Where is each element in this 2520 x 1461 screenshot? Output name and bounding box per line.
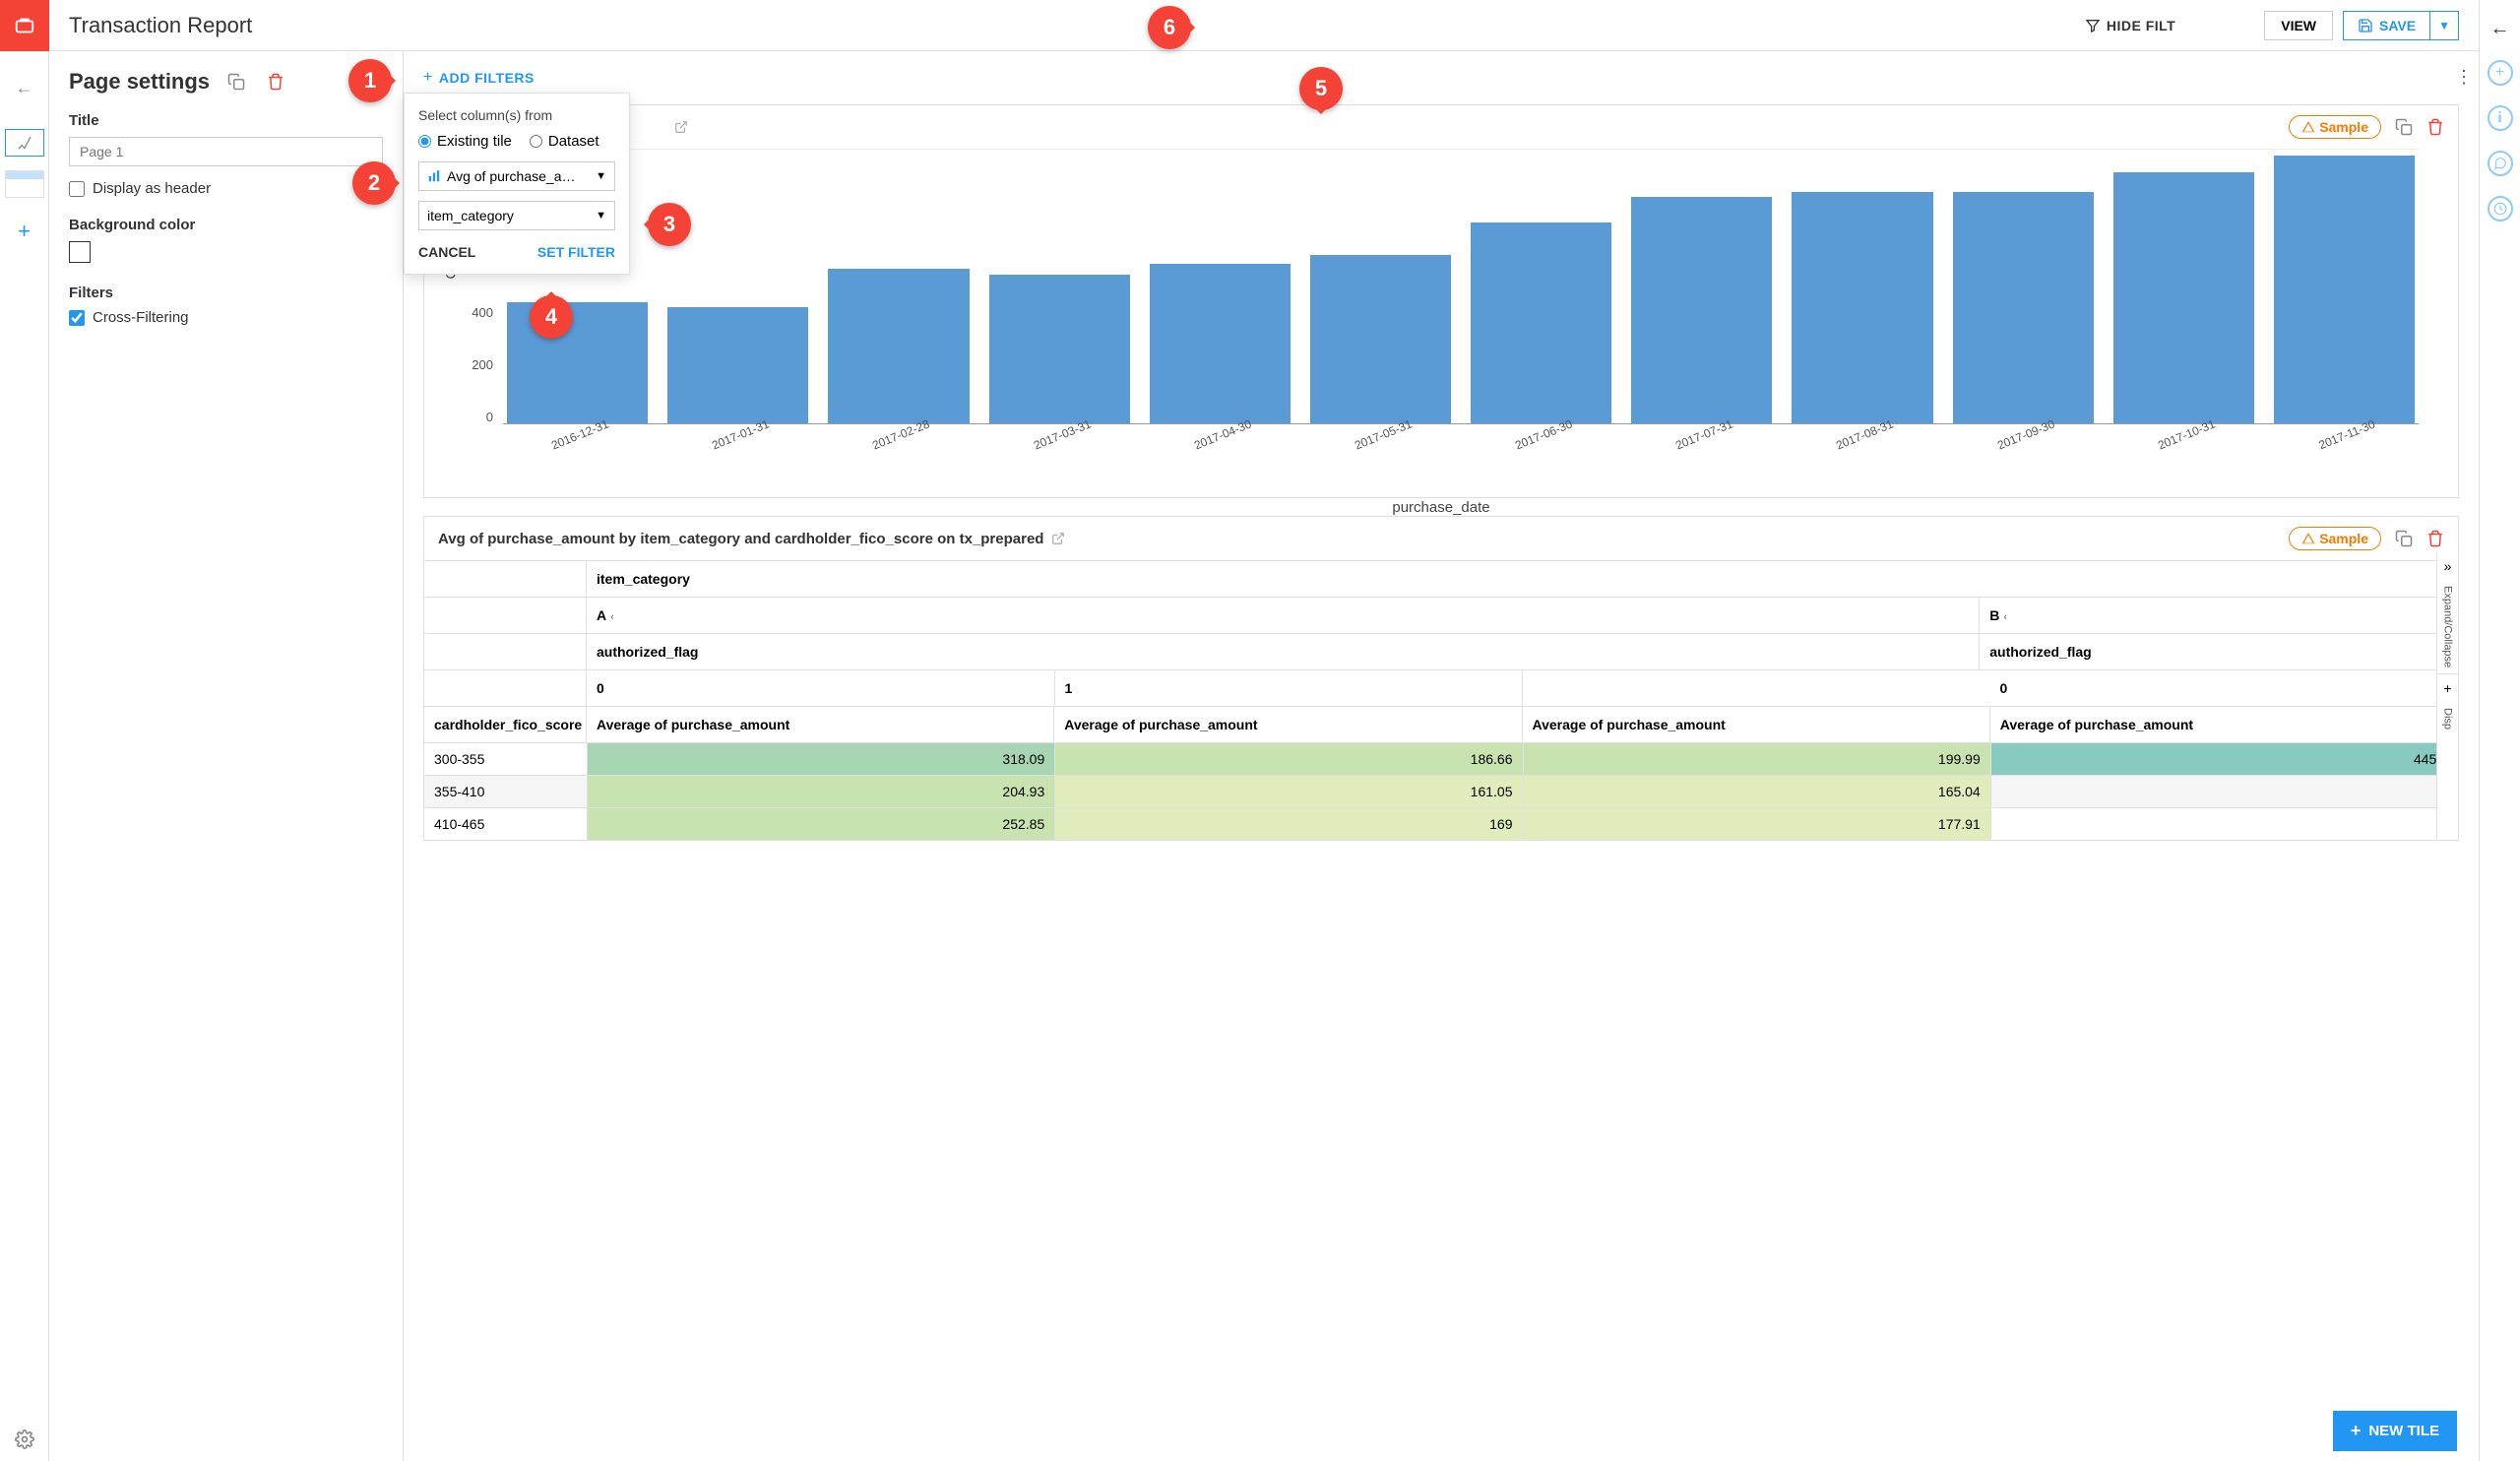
chevron-down-icon[interactable]: » [2444,552,2452,580]
auth-flag-b: authorized_flag [1980,634,2458,669]
sample-chip[interactable]: Sample [2289,115,2381,139]
popover-set-filter-button[interactable]: SET FILTER [537,244,615,260]
more-menu-icon[interactable]: ⋮ [2455,67,2473,88]
display-label[interactable]: Disp [2442,702,2454,735]
auth-flag-a: authorized_flag [587,634,1980,669]
callout-4: 4 [530,295,573,339]
callout-6: 6 [1148,6,1191,49]
tile-select-dropdown[interactable]: Avg of purchase_a… ▼ [418,161,615,191]
bars-icon [427,169,441,183]
pivot-title: Avg of purchase_amount by item_category … [438,531,1043,547]
plus-icon[interactable]: + [2443,674,2451,702]
pivot-delete-icon[interactable] [2426,530,2444,547]
page-title: Transaction Report [69,13,2085,38]
topbar: Transaction Report HIDE FILT VIEW SAVE ▼ [49,0,2479,51]
left-rail: ← + [0,0,49,1461]
bg-color-swatch[interactable] [69,241,91,263]
title-label: Title [69,112,383,129]
tile-delete-icon[interactable] [2426,118,2444,136]
pivot-duplicate-icon[interactable] [2395,530,2413,547]
chart-x-labels: 2016-12-312017-01-312017-02-282017-03-31… [503,428,2419,442]
callout-2: 2 [352,161,396,205]
new-tile-button[interactable]: + NEW TILE [2333,1411,2457,1451]
right-rail: ← + i [2479,0,2520,1461]
add-page-button[interactable]: + [5,212,44,251]
dashboard-canvas: ⋮ + ADD FILTERS [404,51,2479,1461]
delete-icon[interactable] [263,73,288,91]
pivot-col-a[interactable]: A‹ [587,598,1980,633]
callout-1: 1 [348,59,392,102]
hide-filters-button[interactable]: HIDE FILT [2085,18,2175,33]
page-thumbnail-active[interactable] [5,129,44,157]
back-arrow-right[interactable]: ← [2490,18,2510,40]
chat-circle-icon[interactable] [2488,151,2513,176]
pivot-col-header: item_category [587,561,2458,597]
add-filter-popover: Select column(s) from Existing tile Data… [404,93,630,275]
callout-3: 3 [648,203,691,246]
display-as-header-row[interactable]: Display as header [69,180,383,197]
radio-existing-tile[interactable]: Existing tile [418,133,512,150]
back-icon[interactable]: ← [16,78,33,98]
tile-duplicate-icon[interactable] [2395,118,2413,136]
save-icon [2358,18,2373,33]
page-settings-heading: Page settings [69,69,210,95]
add-circle-icon[interactable]: + [2488,60,2513,86]
page-thumbnail-2[interactable] [5,170,44,198]
cross-filtering-checkbox[interactable] [69,310,85,326]
save-button[interactable]: SAVE [2343,11,2429,40]
info-circle-icon[interactable]: i [2488,105,2513,131]
popover-prompt: Select column(s) from [418,107,615,123]
app-logo[interactable] [0,0,49,51]
filters-label: Filters [69,285,383,301]
filter-icon [2085,18,2101,33]
expand-collapse-label[interactable]: Expand/Collapse [2442,580,2454,673]
add-filters-button[interactable]: + ADD FILTERS [423,69,2459,87]
pivot-tile: Avg of purchase_amount by item_category … [423,516,2459,841]
history-circle-icon[interactable] [2488,196,2513,222]
open-tile-icon[interactable] [674,120,688,134]
pivot-side-controls: » Expand/Collapse + Disp [2436,552,2458,840]
bg-color-label: Background color [69,217,383,233]
chart-tile: Sample Count o 100 [423,104,2459,498]
chart-x-label: purchase_date [444,499,2438,516]
page-settings-sidebar: Page settings Title Display as header Ba… [49,51,404,1461]
radio-dataset[interactable]: Dataset [530,133,599,150]
save-caret-button[interactable]: ▼ [2429,11,2459,40]
pivot-sample-chip[interactable]: Sample [2289,527,2381,550]
duplicate-icon[interactable] [223,73,249,91]
callout-5: 5 [1299,67,1343,110]
view-button[interactable]: VIEW [2264,11,2333,40]
popover-cancel-button[interactable]: CANCEL [418,244,475,260]
cross-filtering-row[interactable]: Cross-Filtering [69,309,383,326]
display-as-header-checkbox[interactable] [69,181,85,197]
settings-gear-icon[interactable] [15,1429,34,1449]
pivot-col-b[interactable]: B‹ [1980,598,2458,633]
chevron-down-icon: ▼ [596,170,606,182]
chevron-down-icon: ▼ [596,210,606,222]
column-select-dropdown[interactable]: item_category ▼ [418,201,615,230]
pivot-row-header: cardholder_fico_score [424,707,587,742]
open-pivot-icon[interactable] [1051,532,1065,545]
chart-bars [503,149,2419,424]
page-title-input[interactable] [69,137,383,166]
